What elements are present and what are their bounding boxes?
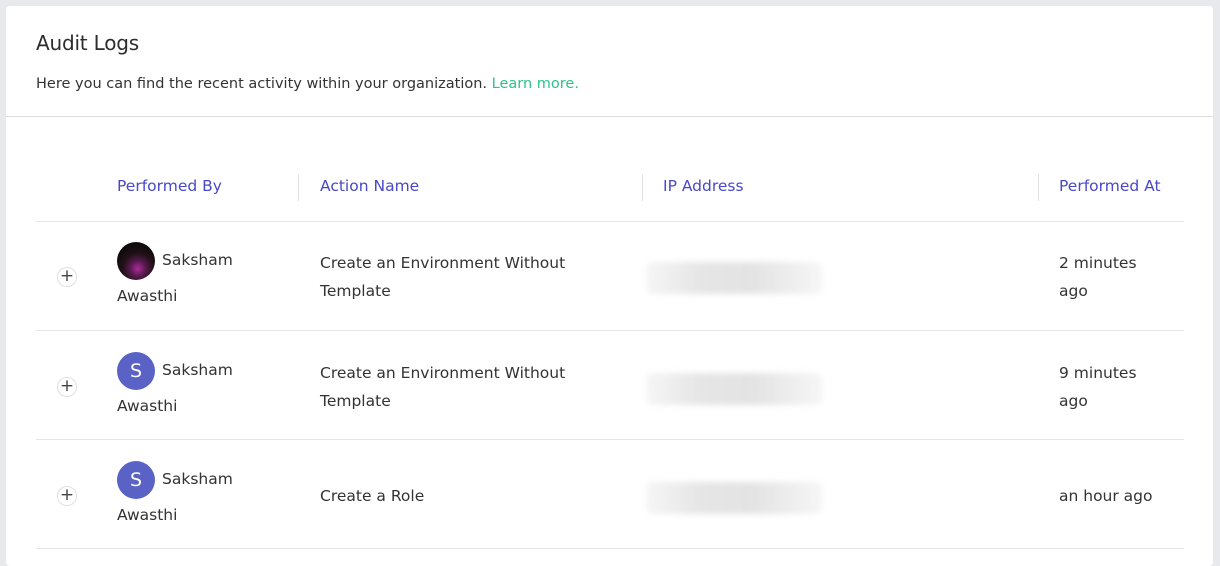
- user-first-name: Saksham: [162, 361, 233, 379]
- user-first-name: Saksham: [162, 470, 233, 488]
- audit-log-table: Performed By Action Name IP Address Perf…: [36, 151, 1184, 549]
- expand-row-button[interactable]: +: [57, 267, 77, 287]
- ip-address-redacted: [646, 482, 822, 514]
- avatar: [117, 242, 155, 280]
- table-row: + S Saksham Awasthi Create an Environmen…: [36, 331, 1184, 440]
- table-row: + Saksham Awasthi Create an Environment …: [36, 222, 1184, 331]
- plus-icon: +: [59, 485, 75, 505]
- page-subtitle: Here you can find the recent activity wi…: [36, 76, 579, 92]
- avatar: S: [117, 461, 155, 499]
- column-divider[interactable]: [1038, 174, 1039, 201]
- learn-more-link[interactable]: Learn more.: [492, 76, 579, 92]
- expand-row-button[interactable]: +: [57, 486, 77, 506]
- plus-icon: +: [59, 266, 75, 286]
- subtitle-text: Here you can find the recent activity wi…: [36, 76, 488, 92]
- page-title: Audit Logs: [36, 31, 139, 55]
- ip-address-redacted: [646, 262, 822, 294]
- plus-icon: +: [59, 376, 75, 396]
- table-header: Performed By Action Name IP Address Perf…: [36, 151, 1184, 222]
- performed-at: an hour ago: [1059, 487, 1153, 505]
- ip-address-redacted: [646, 373, 822, 405]
- performed-at: 9 minutes ago: [1059, 364, 1137, 410]
- card-header: Audit Logs Here you can find the recent …: [6, 6, 1213, 117]
- column-divider[interactable]: [642, 174, 643, 201]
- column-divider[interactable]: [298, 174, 299, 201]
- column-header-performed-at[interactable]: Performed At: [1059, 177, 1161, 195]
- performed-at: 2 minutes ago: [1059, 254, 1137, 300]
- audit-logs-card: Audit Logs Here you can find the recent …: [6, 6, 1213, 566]
- expand-row-button[interactable]: +: [57, 377, 77, 397]
- user-first-name: Saksham: [162, 251, 233, 269]
- user-last-name: Awasthi: [117, 397, 178, 415]
- avatar: S: [117, 352, 155, 390]
- action-name: Create a Role: [320, 487, 425, 505]
- action-name: Create an Environment Without Template: [320, 254, 566, 300]
- user-last-name: Awasthi: [117, 287, 178, 305]
- table-row: + S Saksham Awasthi Create a Role an hou…: [36, 440, 1184, 549]
- user-last-name: Awasthi: [117, 506, 178, 524]
- action-name: Create an Environment Without Template: [320, 364, 566, 410]
- column-header-action-name[interactable]: Action Name: [320, 177, 419, 195]
- column-header-performed-by[interactable]: Performed By: [117, 177, 222, 195]
- column-header-ip-address[interactable]: IP Address: [663, 177, 744, 195]
